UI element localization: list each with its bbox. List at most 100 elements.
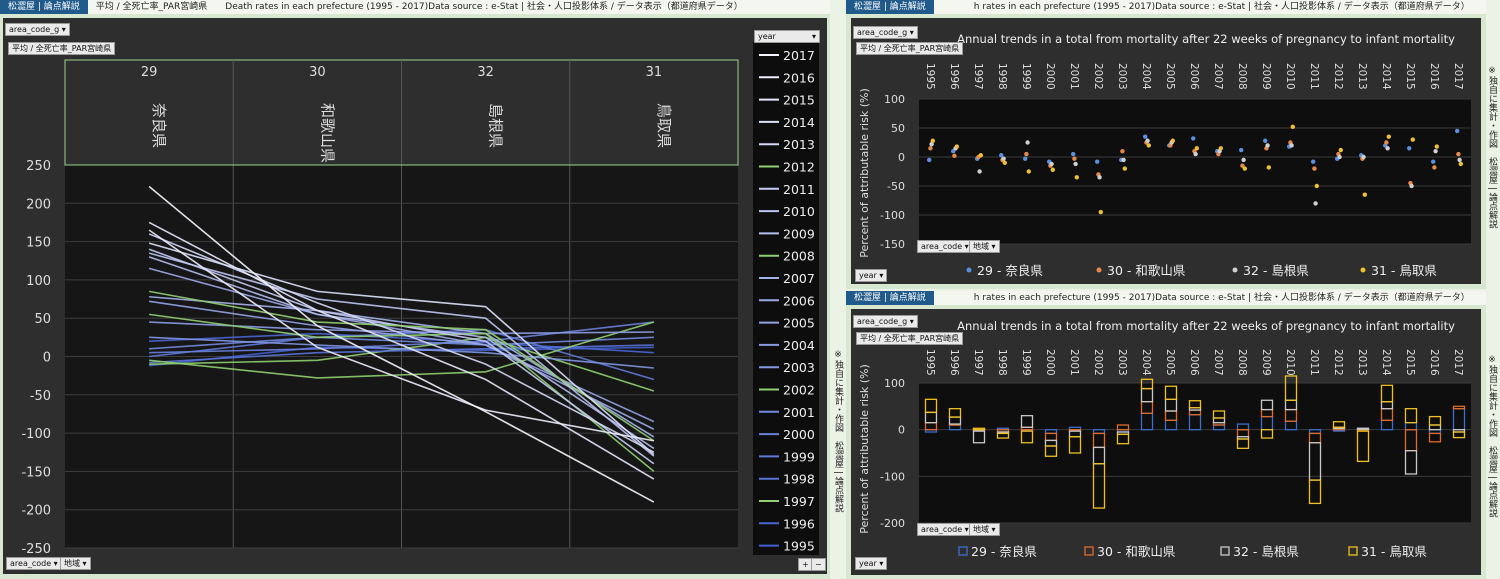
y-tick-label: 250 — [26, 159, 51, 174]
category-code-label: 31 — [646, 65, 663, 80]
year-button[interactable]: year ▾ — [855, 269, 888, 282]
legend-label: 30 - 和歌山県 — [1107, 263, 1185, 278]
plot-background — [919, 99, 1471, 244]
legend-marker — [1360, 267, 1366, 273]
scatter-point — [1145, 138, 1150, 143]
x-tick-label: 1999 — [1020, 63, 1032, 90]
scatter-point — [1146, 143, 1151, 148]
region-button[interactable]: 地域 ▾ — [60, 557, 91, 570]
scatter-point — [930, 138, 935, 143]
left-header: 松澀屋 | 論点解説 平均 / 全死亡率_PAR宮崎県 Death rates i… — [0, 0, 830, 14]
y-tick-label: -100 — [880, 470, 905, 483]
legend-label: 32 - 島根県 — [1233, 544, 1299, 559]
subtitle-label: 平均 / 全死亡率_PAR宮崎県 — [856, 42, 964, 55]
legend-label: 2005 — [783, 316, 815, 331]
scatter-point — [1072, 156, 1077, 161]
scatter-point — [1170, 138, 1175, 143]
y-tick-label: 50 — [891, 122, 905, 135]
area-code-g-label: area_code_g — [9, 25, 60, 34]
scatter-point — [1095, 159, 1100, 164]
x-tick-label: 2007 — [1212, 349, 1224, 376]
area-code-button[interactable]: area_code ▾ — [917, 523, 973, 536]
scatter-point — [1263, 138, 1268, 143]
legend-label: 2001 — [783, 405, 815, 420]
minus-label: − — [815, 560, 822, 569]
scatter-point — [1024, 151, 1029, 157]
x-tick-label: 2006 — [1188, 63, 1200, 90]
legend-label: 1998 — [783, 472, 815, 487]
scatter-point — [1433, 149, 1438, 154]
y-tick-label: -250 — [21, 542, 51, 557]
subtitle-label: 平均 / 全死亡率_PAR宮崎県 — [856, 332, 964, 345]
region-label: 地域 — [973, 242, 989, 251]
scatter-point — [1025, 140, 1030, 145]
scatter-point — [1458, 161, 1463, 167]
area-code-label: area_code — [10, 559, 52, 568]
x-tick-label: 2004 — [1140, 349, 1152, 376]
scatter-point — [1385, 146, 1390, 151]
legend-label: 29 - 奈良県 — [971, 544, 1037, 559]
scatter-point — [1362, 192, 1367, 197]
area-code-label: area_code — [921, 525, 963, 534]
y-tick-label: 50 — [34, 312, 51, 327]
subtitle-text: 平均 / 全死亡率_PAR宮崎県 — [860, 334, 960, 343]
scatter-point — [1074, 175, 1079, 180]
legend-label: 2002 — [783, 383, 815, 398]
year-label: year — [859, 559, 877, 568]
legend-label: 2013 — [783, 137, 815, 152]
year-legend-header[interactable]: year ▾ — [754, 30, 820, 43]
scatter-point — [1409, 183, 1414, 189]
minus-button[interactable]: − — [811, 558, 826, 571]
category-code-label: 32 — [477, 65, 494, 80]
legend-marker — [958, 546, 968, 556]
x-tick-label: 1998 — [996, 349, 1008, 376]
area-code-button[interactable]: area_code ▾ — [917, 240, 973, 253]
scatter-point — [1001, 156, 1006, 161]
scatter-point — [1338, 147, 1343, 153]
filter-icon: ▾ — [909, 317, 914, 326]
legend-label: 2003 — [783, 360, 815, 375]
legend-label: 1997 — [783, 494, 815, 509]
legend-marker — [1220, 546, 1230, 556]
legend-label: 2015 — [783, 93, 815, 108]
category-name-label: 和歌山県 — [318, 103, 336, 163]
legend-label: 2012 — [783, 160, 815, 175]
scatter-point — [1122, 166, 1127, 171]
area-code-button[interactable]: area_code ▾ — [6, 557, 62, 570]
scatter-point — [1410, 137, 1415, 142]
side-note-br: ※独自に集計・作図 松澀屋 | 論点解説 — [1487, 355, 1497, 518]
area-code-g-filter[interactable]: area_code_g ▾ — [5, 23, 70, 36]
x-tick-label: 2008 — [1236, 63, 1248, 90]
y-axis-label: Percent of attributable risk (%) — [858, 364, 871, 533]
y-tick-label: 100 — [884, 377, 905, 390]
scatter-point — [1143, 134, 1148, 139]
year-button[interactable]: year ▾ — [855, 557, 888, 570]
scatter-point — [1026, 169, 1031, 174]
br-header-text: h rates in each prefecture (1995 - 2017)… — [973, 293, 1470, 303]
scatter-point — [1434, 144, 1439, 149]
scatter-point — [1431, 159, 1436, 164]
scatter-point — [1194, 146, 1199, 151]
region-button[interactable]: 地域 ▾ — [969, 240, 1000, 253]
x-tick-label: 2014 — [1380, 63, 1392, 90]
legend-label: 2006 — [783, 293, 815, 308]
x-tick-label: 2008 — [1236, 349, 1248, 376]
area-code-g-filter[interactable]: area_code_g ▾ — [853, 26, 918, 39]
x-tick-label: 1996 — [948, 349, 960, 376]
scatter-point — [1191, 136, 1196, 141]
legend-marker — [1096, 267, 1102, 273]
x-tick-label: 2010 — [1284, 63, 1296, 90]
x-tick-label: 2016 — [1428, 349, 1440, 376]
chart-title: Annual trends in a total from mortality … — [957, 319, 1455, 333]
area-code-g-filter[interactable]: area_code_g ▾ — [853, 315, 918, 328]
y-tick-label: 100 — [884, 93, 905, 106]
plus-label: + — [802, 560, 809, 569]
category-code-label: 29 — [141, 65, 158, 80]
scatter-point — [1311, 159, 1316, 164]
scatter-point — [1098, 209, 1103, 215]
scatter-point — [1290, 124, 1295, 130]
legend-label: 2011 — [783, 182, 815, 197]
region-button[interactable]: 地域 ▾ — [969, 523, 1000, 536]
legend-label: 2000 — [783, 427, 815, 442]
scatter-point — [1456, 151, 1461, 157]
